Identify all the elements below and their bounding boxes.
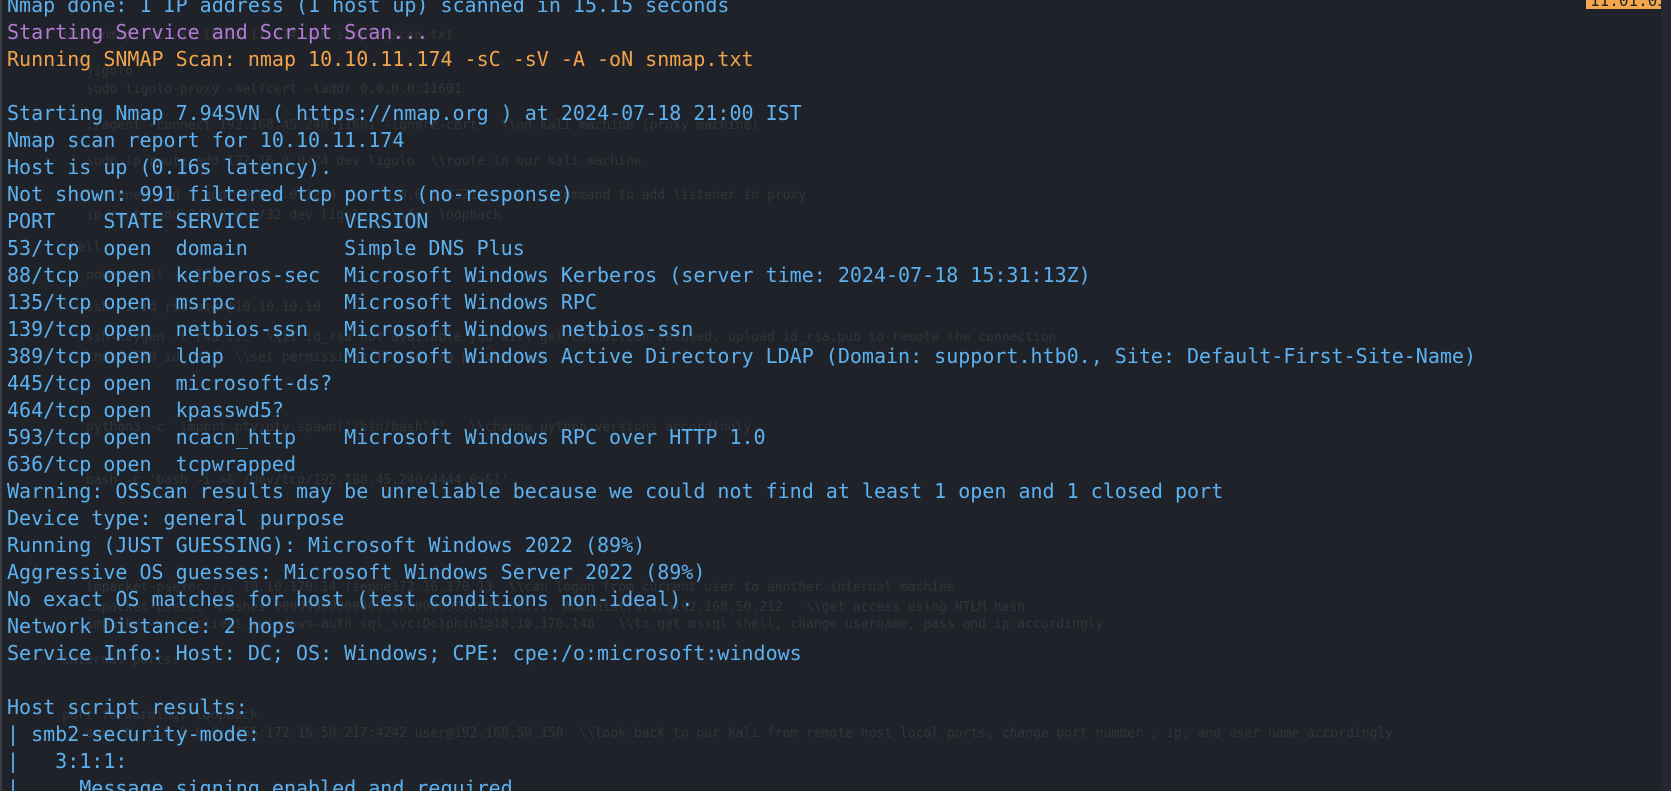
terminal-line: 135/tcp open msrpc Microsoft Windows RPC [7,290,598,314]
terminal-line: Nmap scan report for 10.10.11.174 [7,128,405,152]
terminal-line: Nmap done: 1 IP address (1 host up) scan… [7,0,730,17]
terminal-line: 445/tcp open microsoft-ds? [7,371,333,395]
terminal-line: 389/tcp open ldap Microsoft Windows Acti… [7,344,1477,368]
terminal-output: Nmap done: 1 IP address (1 host up) scan… [7,0,1476,791]
terminal-line: Warning: OSScan results may be unreliabl… [7,479,1224,503]
terminal-line: |_ Message signing enabled and required [7,776,513,791]
terminal-line: PORT STATE SERVICE VERSION [7,209,429,233]
terminal-line: Device type: general purpose [7,506,345,530]
terminal-line: Aggressive OS guesses: Microsoft Windows… [7,560,706,584]
terminal-line: 139/tcp open netbios-ssn Microsoft Windo… [7,317,694,341]
terminal-window[interactable]: sudo nmap -sC -sV 10.10.11.174 -oN simpl… [0,0,1671,791]
terminal-line: Host script results: [7,695,248,719]
terminal-line: Host is up (0.16s latency). [7,155,333,179]
terminal-line: | 3:1:1: [7,749,128,773]
terminal-line: 53/tcp open domain Simple DNS Plus [7,236,525,260]
terminal-line: Service Info: Host: DC; OS: Windows; CPE… [7,641,802,665]
terminal-line: 593/tcp open ncacn_http Microsoft Window… [7,425,766,449]
terminal-scrollbar[interactable] [1661,0,1671,791]
terminal-line: 88/tcp open kerberos-sec Microsoft Windo… [7,263,1091,287]
terminal-line: Starting Nmap 7.94SVN ( https://nmap.org… [7,101,802,125]
terminal-line: No exact OS matches for host (test condi… [7,587,694,611]
terminal-line: Running (JUST GUESSING): Microsoft Windo… [7,533,646,557]
clock-badge: 11:01:05 [1585,0,1671,9]
terminal-line: Not shown: 991 filtered tcp ports (no-re… [7,182,573,206]
terminal-line: Running SNMAP Scan: nmap 10.10.11.174 -s… [7,47,754,71]
terminal-line: Network Distance: 2 hops [7,614,296,638]
terminal-line: 636/tcp open tcpwrapped [7,452,296,476]
terminal-line: | smb2-security-mode: [7,722,260,746]
terminal-line: 464/tcp open kpasswd5? [7,398,284,422]
terminal-line: Starting Service and Script Scan... [7,20,429,44]
